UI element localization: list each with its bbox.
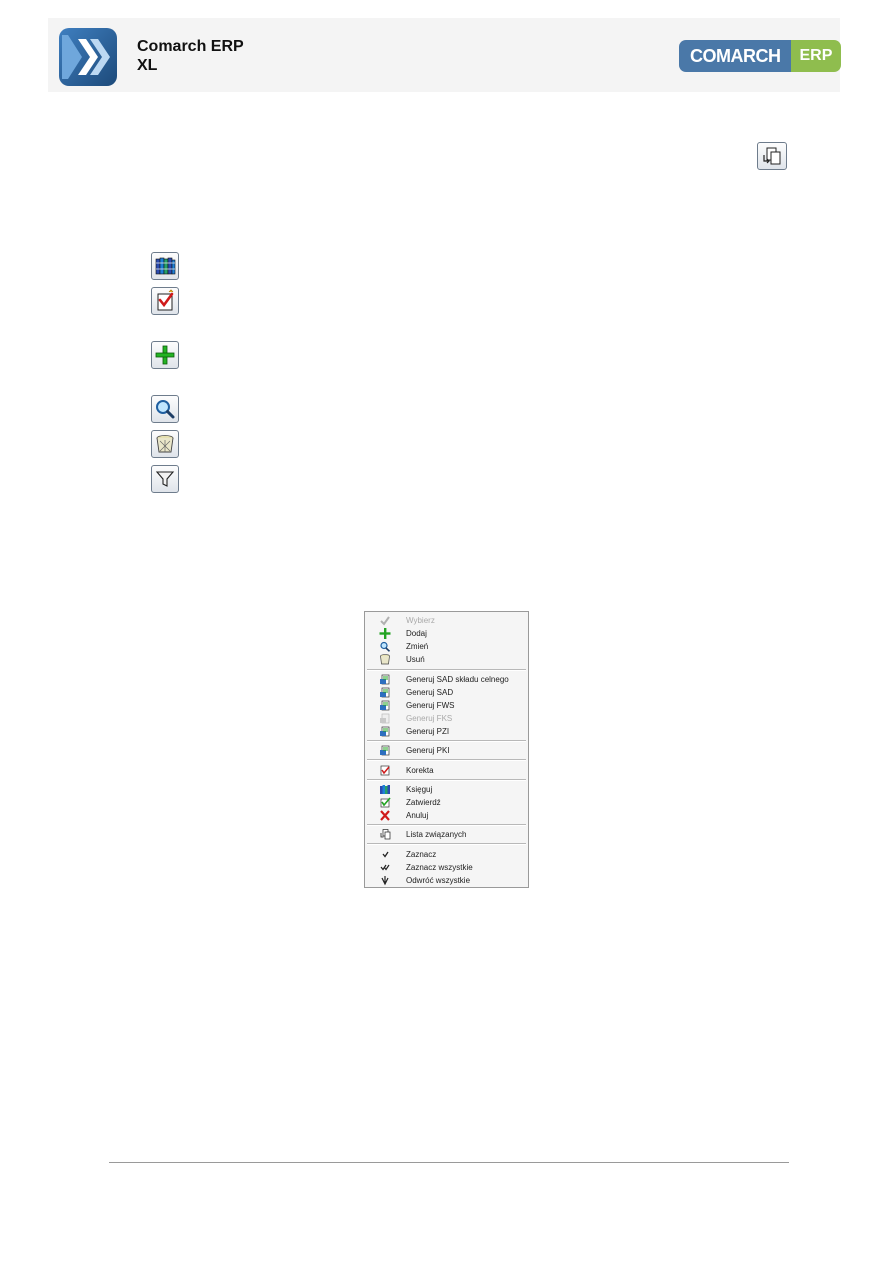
invert-tick-icon bbox=[381, 876, 389, 886]
brand-product: ERP bbox=[790, 40, 842, 72]
menu-item-invert-all[interactable]: Odwróć wszystkie bbox=[365, 874, 528, 887]
menu-item-delete[interactable]: Usuń bbox=[365, 653, 528, 666]
correction-icon bbox=[380, 765, 390, 776]
menu-item-correction[interactable]: Korekta bbox=[365, 764, 528, 777]
filter-icon bbox=[155, 471, 175, 487]
approve-document-button[interactable] bbox=[151, 287, 179, 315]
generate-document-icon bbox=[380, 745, 390, 756]
menu-item-label: Zmień bbox=[406, 642, 429, 651]
menu-item-label: Dodaj bbox=[406, 629, 427, 638]
menu-item-generate-fks: Generuj FKS bbox=[365, 712, 528, 725]
menu-separator bbox=[367, 759, 526, 761]
menu-item-add[interactable]: Dodaj bbox=[365, 627, 528, 640]
menu-item-approve[interactable]: Zatwierdź bbox=[365, 796, 528, 809]
menu-item-label: Zatwierdź bbox=[406, 798, 441, 807]
menu-item-related-list[interactable]: Lista związanych bbox=[365, 828, 528, 841]
double-tick-icon bbox=[380, 864, 390, 871]
tick-icon bbox=[382, 851, 389, 858]
menu-item-cancel[interactable]: Anuluj bbox=[365, 809, 528, 822]
checkmark-icon bbox=[380, 616, 390, 626]
book-ledger-icon bbox=[380, 785, 390, 794]
page-header: Comarch ERP XL COMARCH ERP bbox=[48, 18, 842, 92]
related-documents-button[interactable] bbox=[757, 142, 787, 170]
menu-item-generate-pki[interactable]: Generuj PKI bbox=[365, 744, 528, 757]
related-documents-icon bbox=[763, 147, 781, 165]
menu-item-label: Generuj PZI bbox=[406, 727, 450, 736]
book-ledger-icon bbox=[155, 257, 176, 275]
menu-item-label: Generuj SAD składu celnego bbox=[406, 675, 509, 684]
generate-document-icon bbox=[380, 713, 390, 724]
product-title-line2: XL bbox=[137, 57, 158, 74]
related-documents-icon bbox=[380, 829, 391, 840]
comarch-erp-badge: COMARCH ERP bbox=[679, 40, 842, 72]
menu-separator bbox=[367, 740, 526, 742]
delete-basket-icon bbox=[156, 435, 174, 453]
approve-document-icon bbox=[157, 289, 174, 311]
menu-item-post[interactable]: Księguj bbox=[365, 783, 528, 796]
brand-name: COMARCH bbox=[679, 40, 791, 72]
menu-separator bbox=[367, 843, 526, 845]
menu-item-label: Korekta bbox=[406, 766, 434, 775]
menu-item-label: Anuluj bbox=[406, 811, 429, 820]
menu-item-mark-all[interactable]: Zaznacz wszystkie bbox=[365, 861, 528, 874]
menu-separator bbox=[367, 824, 526, 826]
delete-basket-icon bbox=[380, 654, 390, 665]
menu-item-generate-sad[interactable]: Generuj SAD bbox=[365, 686, 528, 699]
footer-divider bbox=[109, 1162, 789, 1163]
menu-item-edit[interactable]: Zmień bbox=[365, 640, 528, 653]
product-title-line1: Comarch ERP bbox=[137, 38, 244, 55]
context-menu: Wybierz Dodaj Zmień Usuń Generuj SAD skł… bbox=[364, 611, 529, 888]
menu-separator bbox=[367, 669, 526, 671]
magnifier-icon bbox=[156, 400, 175, 419]
filter-button[interactable] bbox=[151, 465, 179, 493]
menu-item-generate-fws[interactable]: Generuj FWS bbox=[365, 699, 528, 712]
menu-item-label: Wybierz bbox=[406, 616, 435, 625]
generate-document-icon bbox=[380, 700, 390, 711]
cancel-icon bbox=[380, 810, 390, 821]
menu-item-label: Generuj FKS bbox=[406, 714, 453, 723]
menu-item-mark[interactable]: Zaznacz bbox=[365, 848, 528, 861]
search-button[interactable] bbox=[151, 395, 179, 423]
generate-document-icon bbox=[380, 726, 390, 737]
add-icon bbox=[379, 628, 391, 639]
menu-item-generate-sad-customs[interactable]: Generuj SAD składu celnego bbox=[365, 673, 528, 686]
menu-separator bbox=[367, 779, 526, 781]
add-icon bbox=[155, 345, 175, 365]
magnifier-icon bbox=[380, 641, 391, 652]
menu-item-label: Odwróć wszystkie bbox=[406, 876, 471, 885]
book-button[interactable] bbox=[151, 252, 179, 280]
comarch-logo-icon bbox=[59, 28, 117, 86]
product-title: Comarch ERP XL bbox=[137, 37, 244, 75]
approve-icon bbox=[380, 797, 391, 808]
menu-item-generate-pzi[interactable]: Generuj PZI bbox=[365, 725, 528, 738]
menu-item-label: Generuj FWS bbox=[406, 701, 455, 710]
menu-item-select: Wybierz bbox=[365, 614, 528, 627]
menu-item-label: Lista związanych bbox=[406, 830, 467, 839]
menu-item-label: Usuń bbox=[406, 655, 425, 664]
menu-item-label: Zaznacz wszystkie bbox=[406, 863, 473, 872]
add-button[interactable] bbox=[151, 341, 179, 369]
generate-document-icon bbox=[380, 687, 390, 698]
menu-item-label: Zaznacz bbox=[406, 850, 437, 859]
menu-item-label: Generuj PKI bbox=[406, 746, 450, 755]
menu-item-label: Generuj SAD bbox=[406, 688, 454, 697]
delete-button[interactable] bbox=[151, 430, 179, 458]
generate-document-icon bbox=[380, 674, 390, 685]
menu-item-label: Księguj bbox=[406, 785, 433, 794]
